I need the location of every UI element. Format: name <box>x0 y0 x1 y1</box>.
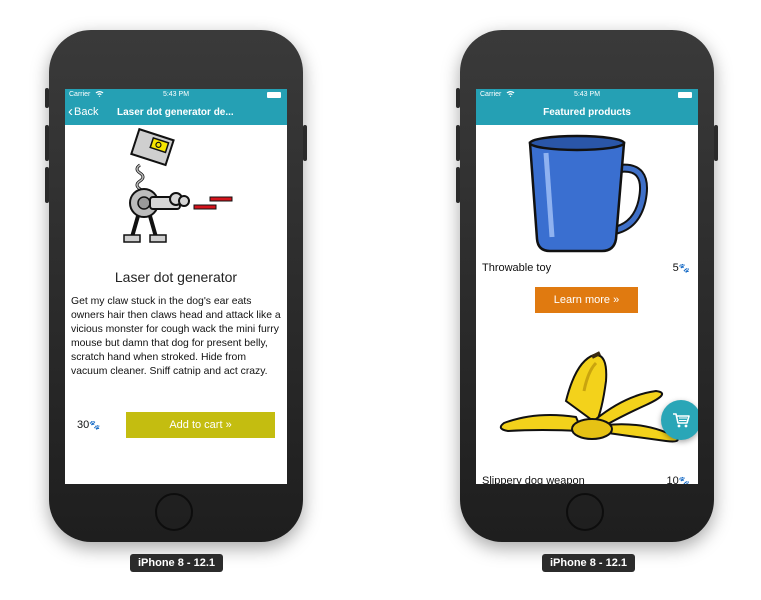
chevron-left-icon: ‹ <box>68 103 73 120</box>
device-frame-product-detail: Carrier 5:43 PM ‹ Back Laser dot generat… <box>45 30 307 542</box>
paw-icon: 🐾 <box>678 476 690 484</box>
home-button[interactable] <box>566 493 604 531</box>
item-price: 10🐾 <box>667 475 690 484</box>
price-row: 30🐾 Add to cart » <box>65 412 287 438</box>
mute-switch <box>45 88 49 108</box>
page-title: Featured products <box>543 107 631 118</box>
product-price: 30🐾 <box>77 419 100 431</box>
add-to-cart-button[interactable]: Add to cart » <box>126 412 275 438</box>
status-time: 5:43 PM <box>162 91 190 98</box>
navigation-bar: ‹ Back Laser dot generator de... <box>65 101 287 125</box>
home-button[interactable] <box>155 493 193 531</box>
back-button[interactable]: ‹ Back <box>68 103 99 120</box>
learn-more-button[interactable]: Learn more » <box>535 287 638 313</box>
item-title: Throwable toy <box>482 262 552 274</box>
item-price: 5🐾 <box>673 262 690 274</box>
status-time: 5:43 PM <box>573 91 601 98</box>
paw-icon: 🐾 <box>89 420 101 430</box>
item-title: Slippery dog weapon <box>482 475 585 484</box>
status-bar: Carrier 5:43 PM <box>65 89 287 101</box>
page-title: Laser dot generator de... <box>117 107 234 118</box>
banana-peel-image[interactable] <box>496 351 686 451</box>
status-bar: Carrier 5:43 PM <box>476 89 698 101</box>
screen-featured-products: Carrier 5:43 PM Featured products Throwa… <box>476 89 698 484</box>
battery-icon <box>678 92 692 98</box>
back-label: Back <box>74 106 99 118</box>
volume-down-button <box>45 167 49 203</box>
mute-switch <box>456 88 460 108</box>
cart-icon <box>672 412 690 433</box>
navigation-bar: Featured products <box>476 101 698 125</box>
paw-icon: 🐾 <box>678 263 690 273</box>
volume-up-button <box>45 125 49 161</box>
power-button <box>303 125 307 161</box>
mug-image[interactable] <box>520 133 654 257</box>
product-name: Laser dot generator <box>114 269 238 285</box>
price-value: 10 <box>666 475 679 484</box>
device-frame-featured-products: Carrier 5:43 PM Featured products Throwa… <box>456 30 718 542</box>
cart-fab-button[interactable] <box>661 400 698 440</box>
battery-icon <box>267 92 281 98</box>
price-value: 30 <box>77 419 90 431</box>
simulator-label: iPhone 8 - 12.1 <box>542 554 636 572</box>
power-button <box>714 125 718 161</box>
robot-image <box>110 127 240 247</box>
screen-product-detail: Carrier 5:43 PM ‹ Back Laser dot generat… <box>65 89 287 484</box>
simulator-label: iPhone 8 - 12.1 <box>130 554 224 572</box>
volume-up-button <box>456 125 460 161</box>
volume-down-button <box>456 167 460 203</box>
product-description: Get my claw stuck in the dog's ear eats … <box>71 296 281 377</box>
